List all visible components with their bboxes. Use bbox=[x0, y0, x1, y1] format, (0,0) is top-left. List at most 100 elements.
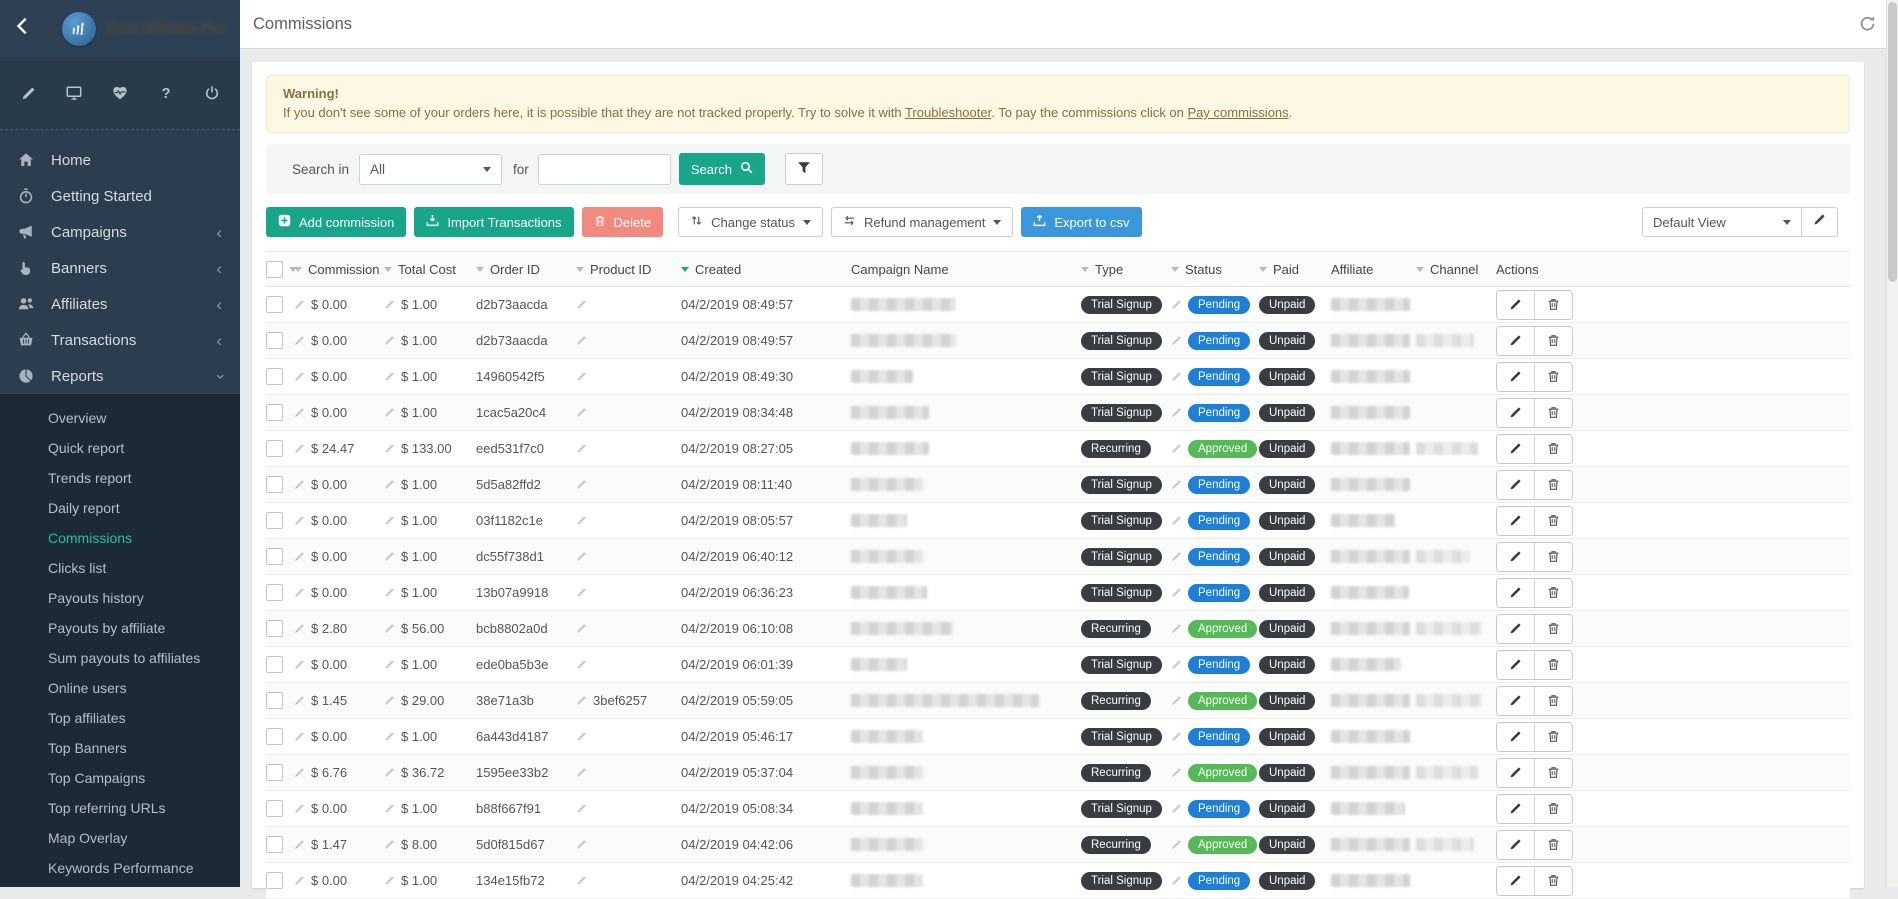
delete-row-button[interactable] bbox=[1534, 651, 1572, 679]
delete-row-button[interactable] bbox=[1534, 327, 1572, 355]
sidebar-subitem-payouts-by-affiliate[interactable]: Payouts by affiliate bbox=[0, 613, 240, 643]
row-checkbox[interactable] bbox=[266, 728, 283, 745]
edit-total-cost-icon[interactable] bbox=[384, 515, 395, 526]
sidebar-subitem-top-referring-urls[interactable]: Top referring URLs bbox=[0, 793, 240, 823]
edit-status-icon[interactable] bbox=[1171, 767, 1182, 778]
edit-product-id-icon[interactable] bbox=[576, 731, 587, 742]
edit-row-button[interactable] bbox=[1497, 615, 1534, 643]
row-checkbox[interactable] bbox=[266, 584, 283, 601]
delete-row-button[interactable] bbox=[1534, 291, 1572, 319]
delete-row-button[interactable] bbox=[1534, 363, 1572, 391]
edit-commission-icon[interactable] bbox=[294, 479, 305, 490]
edit-product-id-icon[interactable] bbox=[576, 371, 587, 382]
edit-row-button[interactable] bbox=[1497, 291, 1534, 319]
search-scope-select[interactable]: All bbox=[359, 154, 502, 185]
row-checkbox[interactable] bbox=[266, 368, 283, 385]
sidebar-item-campaigns[interactable]: Campaigns‹ bbox=[0, 214, 240, 250]
edit-row-button[interactable] bbox=[1497, 507, 1534, 535]
delete-button[interactable]: Delete bbox=[582, 207, 664, 237]
row-checkbox[interactable] bbox=[266, 332, 283, 349]
delete-row-button[interactable] bbox=[1534, 471, 1572, 499]
row-checkbox[interactable] bbox=[266, 764, 283, 781]
sidebar-subitem-clicks-list[interactable]: Clicks list bbox=[0, 553, 240, 583]
select-all-checkbox[interactable] bbox=[266, 261, 283, 278]
delete-row-button[interactable] bbox=[1534, 579, 1572, 607]
edit-total-cost-icon[interactable] bbox=[384, 803, 395, 814]
edit-total-cost-icon[interactable] bbox=[384, 551, 395, 562]
edit-status-icon[interactable] bbox=[1171, 839, 1182, 850]
pay-commissions-link[interactable]: Pay commissions bbox=[1188, 105, 1289, 120]
edit-commission-icon[interactable] bbox=[294, 767, 305, 778]
edit-product-id-icon[interactable] bbox=[576, 515, 587, 526]
delete-row-button[interactable] bbox=[1534, 867, 1572, 895]
edit-row-button[interactable] bbox=[1497, 831, 1534, 859]
edit-total-cost-icon[interactable] bbox=[384, 407, 395, 418]
edit-commission-icon[interactable] bbox=[294, 587, 305, 598]
edit-total-cost-icon[interactable] bbox=[384, 839, 395, 850]
delete-row-button[interactable] bbox=[1534, 615, 1572, 643]
edit-row-button[interactable] bbox=[1497, 543, 1534, 571]
edit-total-cost-icon[interactable] bbox=[384, 587, 395, 598]
edit-status-icon[interactable] bbox=[1171, 695, 1182, 706]
edit-product-id-icon[interactable] bbox=[576, 695, 587, 706]
edit-status-icon[interactable] bbox=[1171, 479, 1182, 490]
edit-total-cost-icon[interactable] bbox=[384, 623, 395, 634]
row-checkbox[interactable] bbox=[266, 440, 283, 457]
sidebar-subitem-sum-payouts-to-affiliates[interactable]: Sum payouts to affiliates bbox=[0, 643, 240, 673]
edit-total-cost-icon[interactable] bbox=[384, 695, 395, 706]
edit-status-icon[interactable] bbox=[1171, 803, 1182, 814]
edit-commission-icon[interactable] bbox=[294, 335, 305, 346]
column-header-order-id[interactable]: Order ID bbox=[476, 262, 576, 277]
edit-product-id-icon[interactable] bbox=[576, 443, 587, 454]
edit-status-icon[interactable] bbox=[1171, 623, 1182, 634]
sidebar-item-affiliates[interactable]: Affiliates‹ bbox=[0, 286, 240, 322]
edit-commission-icon[interactable] bbox=[294, 299, 305, 310]
edit-row-button[interactable] bbox=[1497, 363, 1534, 391]
edit-commission-icon[interactable] bbox=[294, 695, 305, 706]
sidebar-subitem-payouts-history[interactable]: Payouts history bbox=[0, 583, 240, 613]
scrollbar[interactable] bbox=[1886, 0, 1898, 887]
sidebar-item-transactions[interactable]: Transactions‹ bbox=[0, 322, 240, 358]
row-checkbox[interactable] bbox=[266, 548, 283, 565]
edit-status-icon[interactable] bbox=[1171, 371, 1182, 382]
edit-row-button[interactable] bbox=[1497, 723, 1534, 751]
edit-total-cost-icon[interactable] bbox=[384, 731, 395, 742]
row-checkbox[interactable] bbox=[266, 620, 283, 637]
column-header-status[interactable]: Status bbox=[1171, 262, 1259, 277]
edit-row-button[interactable] bbox=[1497, 471, 1534, 499]
edit-product-id-icon[interactable] bbox=[576, 875, 587, 886]
edit-row-button[interactable] bbox=[1497, 435, 1534, 463]
refresh-icon[interactable] bbox=[1859, 15, 1876, 37]
row-checkbox[interactable] bbox=[266, 836, 283, 853]
power-icon[interactable] bbox=[200, 85, 224, 101]
edit-row-button[interactable] bbox=[1497, 651, 1534, 679]
edit-status-icon[interactable] bbox=[1171, 443, 1182, 454]
edit-total-cost-icon[interactable] bbox=[384, 479, 395, 490]
delete-row-button[interactable] bbox=[1534, 687, 1572, 715]
delete-row-button[interactable] bbox=[1534, 759, 1572, 787]
edit-row-button[interactable] bbox=[1497, 867, 1534, 895]
search-button[interactable]: Search bbox=[679, 153, 765, 185]
delete-row-button[interactable] bbox=[1534, 543, 1572, 571]
import-transactions-button[interactable]: Import Transactions bbox=[414, 207, 573, 237]
pencil-icon[interactable] bbox=[16, 86, 40, 101]
delete-row-button[interactable] bbox=[1534, 723, 1572, 751]
column-header-commission[interactable]: Commission bbox=[294, 262, 384, 277]
edit-status-icon[interactable] bbox=[1171, 587, 1182, 598]
edit-total-cost-icon[interactable] bbox=[384, 299, 395, 310]
scrollbar-thumb[interactable] bbox=[1888, 2, 1897, 282]
edit-commission-icon[interactable] bbox=[294, 371, 305, 382]
edit-status-icon[interactable] bbox=[1171, 875, 1182, 886]
delete-row-button[interactable] bbox=[1534, 831, 1572, 859]
sidebar-item-banners[interactable]: Banners‹ bbox=[0, 250, 240, 286]
row-checkbox[interactable] bbox=[266, 404, 283, 421]
edit-commission-icon[interactable] bbox=[294, 659, 305, 670]
edit-product-id-icon[interactable] bbox=[576, 587, 587, 598]
edit-product-id-icon[interactable] bbox=[576, 479, 587, 490]
delete-row-button[interactable] bbox=[1534, 399, 1572, 427]
column-header-total-cost[interactable]: Total Cost bbox=[384, 262, 476, 277]
sidebar-item-getting-started[interactable]: Getting Started bbox=[0, 178, 240, 214]
edit-row-button[interactable] bbox=[1497, 327, 1534, 355]
edit-status-icon[interactable] bbox=[1171, 515, 1182, 526]
edit-commission-icon[interactable] bbox=[294, 623, 305, 634]
